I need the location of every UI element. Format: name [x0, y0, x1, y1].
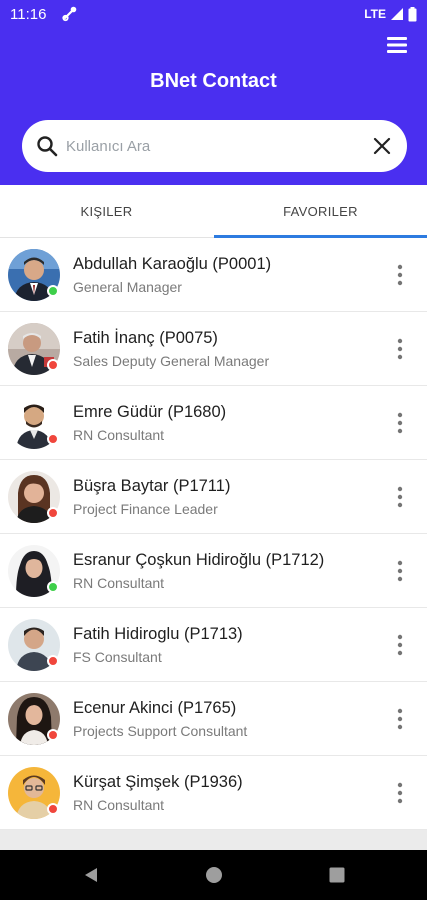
tab-kisiler[interactable]: KIŞILER — [0, 185, 213, 238]
app-header: 11:16 LTE BNet Contact — [0, 0, 427, 185]
contact-title: Project Finance Leader — [73, 501, 218, 517]
list-item[interactable]: Emre Güdür (P1680) RN Consultant — [0, 386, 427, 460]
list-item[interactable]: Ecenur Akinci (P1765) Projects Support C… — [0, 682, 427, 756]
contact-name: Emre Güdür (P1680) — [73, 403, 227, 421]
more-vert-icon[interactable] — [397, 412, 403, 434]
contact-title: RN Consultant — [73, 427, 165, 443]
contact-name: Fatih İnanç (P0075) — [73, 329, 218, 347]
more-vert-icon[interactable] — [397, 560, 403, 582]
list-item[interactable]: Esranur Çoşkun Hidiroğlu (P1712) RN Cons… — [0, 534, 427, 608]
signal-icon — [391, 8, 403, 20]
sync-icon — [62, 6, 77, 22]
contact-title: RN Consultant — [73, 575, 165, 591]
presence-indicator — [47, 285, 59, 297]
list-footer-spacer — [0, 830, 427, 850]
status-icons: LTE — [364, 5, 417, 23]
system-navigation-bar — [0, 850, 427, 900]
tab-favoriler[interactable]: FAVORILER — [214, 185, 427, 238]
list-item[interactable]: Büşra Baytar (P1711) Project Finance Lea… — [0, 460, 427, 534]
more-vert-icon[interactable] — [397, 782, 403, 804]
contact-name: Fatih Hidiroglu (P1713) — [73, 625, 243, 643]
contact-title: RN Consultant — [73, 797, 165, 813]
network-label: LTE — [364, 7, 386, 21]
tab-bar: KIŞILER FAVORILER — [0, 185, 427, 238]
list-item[interactable]: Fatih İnanç (P0075) Sales Deputy General… — [0, 312, 427, 386]
home-icon[interactable] — [204, 865, 224, 885]
list-item[interactable]: Fatih Hidiroglu (P1713) FS Consultant — [0, 608, 427, 682]
more-vert-icon[interactable] — [397, 264, 403, 286]
recent-apps-icon[interactable] — [328, 866, 346, 884]
list-item[interactable]: Abdullah Karaoğlu (P0001) General Manage… — [0, 238, 427, 312]
presence-indicator — [47, 803, 59, 815]
contact-title: Sales Deputy General Manager — [73, 353, 270, 369]
contact-name: Büşra Baytar (P1711) — [73, 477, 231, 495]
back-icon[interactable] — [82, 866, 100, 884]
presence-indicator — [47, 359, 59, 371]
status-bar: 11:16 LTE — [0, 0, 427, 28]
page-title: BNet Contact — [150, 70, 277, 92]
hamburger-menu-icon[interactable] — [387, 36, 407, 54]
presence-indicator — [47, 655, 59, 667]
status-time: 11:16 — [10, 6, 47, 23]
contact-name: Ecenur Akinci (P1765) — [73, 699, 237, 717]
presence-indicator — [47, 729, 59, 741]
list-item[interactable]: Kürşat Şimşek (P1936) RN Consultant — [0, 756, 427, 830]
search-bar — [22, 120, 407, 172]
search-input[interactable] — [66, 132, 356, 160]
presence-indicator — [47, 433, 59, 445]
search-icon — [37, 136, 58, 157]
battery-icon — [408, 6, 417, 21]
contact-name: Abdullah Karaoğlu (P0001) — [73, 255, 272, 273]
close-icon[interactable] — [373, 137, 391, 155]
contact-name: Kürşat Şimşek (P1936) — [73, 773, 243, 791]
more-vert-icon[interactable] — [397, 486, 403, 508]
contact-title: FS Consultant — [73, 649, 162, 665]
contact-title: Projects Support Consultant — [73, 723, 248, 739]
more-vert-icon[interactable] — [397, 634, 403, 656]
presence-indicator — [47, 507, 59, 519]
contact-list: Abdullah Karaoğlu (P0001) General Manage… — [0, 238, 427, 830]
presence-indicator — [47, 581, 59, 593]
more-vert-icon[interactable] — [397, 708, 403, 730]
contact-name: Esranur Çoşkun Hidiroğlu (P1712) — [73, 551, 325, 569]
contact-title: General Manager — [73, 279, 182, 295]
more-vert-icon[interactable] — [397, 338, 403, 360]
